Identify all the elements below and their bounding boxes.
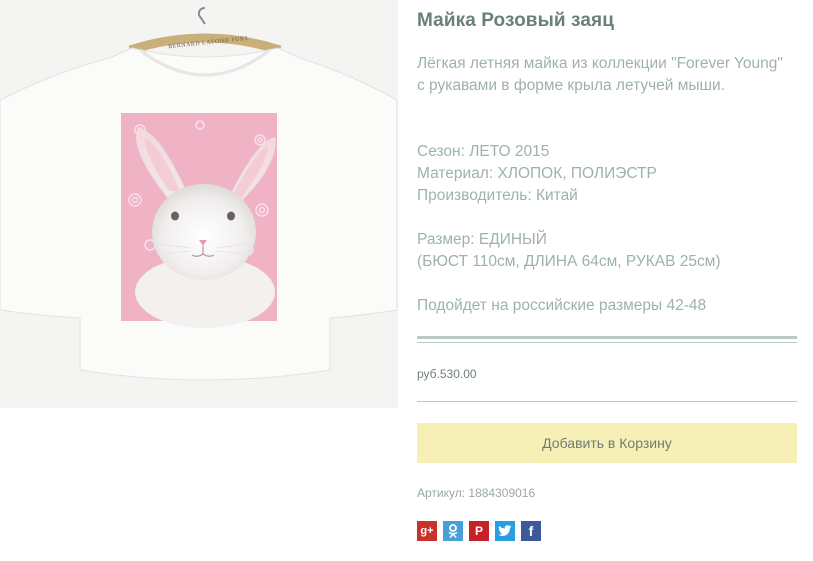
product-price: руб.530.00 bbox=[417, 367, 477, 381]
product-title: Майка Розовый заяц bbox=[417, 10, 614, 31]
divider bbox=[417, 401, 797, 402]
odnoklassniki-icon[interactable] bbox=[443, 521, 463, 541]
google-plus-icon[interactable]: g+ bbox=[417, 521, 437, 541]
product-sku: Артикул: 1884309016 bbox=[417, 486, 536, 500]
product-season: Сезон: ЛЕТО 2015 bbox=[417, 143, 550, 160]
add-to-cart-button[interactable]: Добавить в Корзину bbox=[417, 423, 797, 463]
product-measurements: (БЮСТ 110см, ДЛИНА 64см, РУКАВ 25см) bbox=[417, 253, 721, 270]
facebook-icon[interactable]: f bbox=[521, 521, 541, 541]
product-size: Размер: ЕДИНЫЙ bbox=[417, 231, 547, 248]
divider bbox=[417, 336, 797, 339]
product-fit: Подойдет на российские размеры 42-48 bbox=[417, 297, 707, 314]
divider bbox=[417, 342, 797, 343]
product-image[interactable]: BERNARD LAFOND FURS bbox=[0, 0, 398, 408]
twitter-icon[interactable] bbox=[495, 521, 515, 541]
product-material: Материал: ХЛОПОК, ПОЛИЭСТР bbox=[417, 165, 657, 182]
share-buttons: g+ P f bbox=[417, 521, 541, 541]
pinterest-icon[interactable]: P bbox=[469, 521, 489, 541]
product-description: Лёгкая летняя майка из коллекции "Foreve… bbox=[417, 55, 783, 94]
product-manufacturer: Производитель: Китай bbox=[417, 187, 578, 204]
